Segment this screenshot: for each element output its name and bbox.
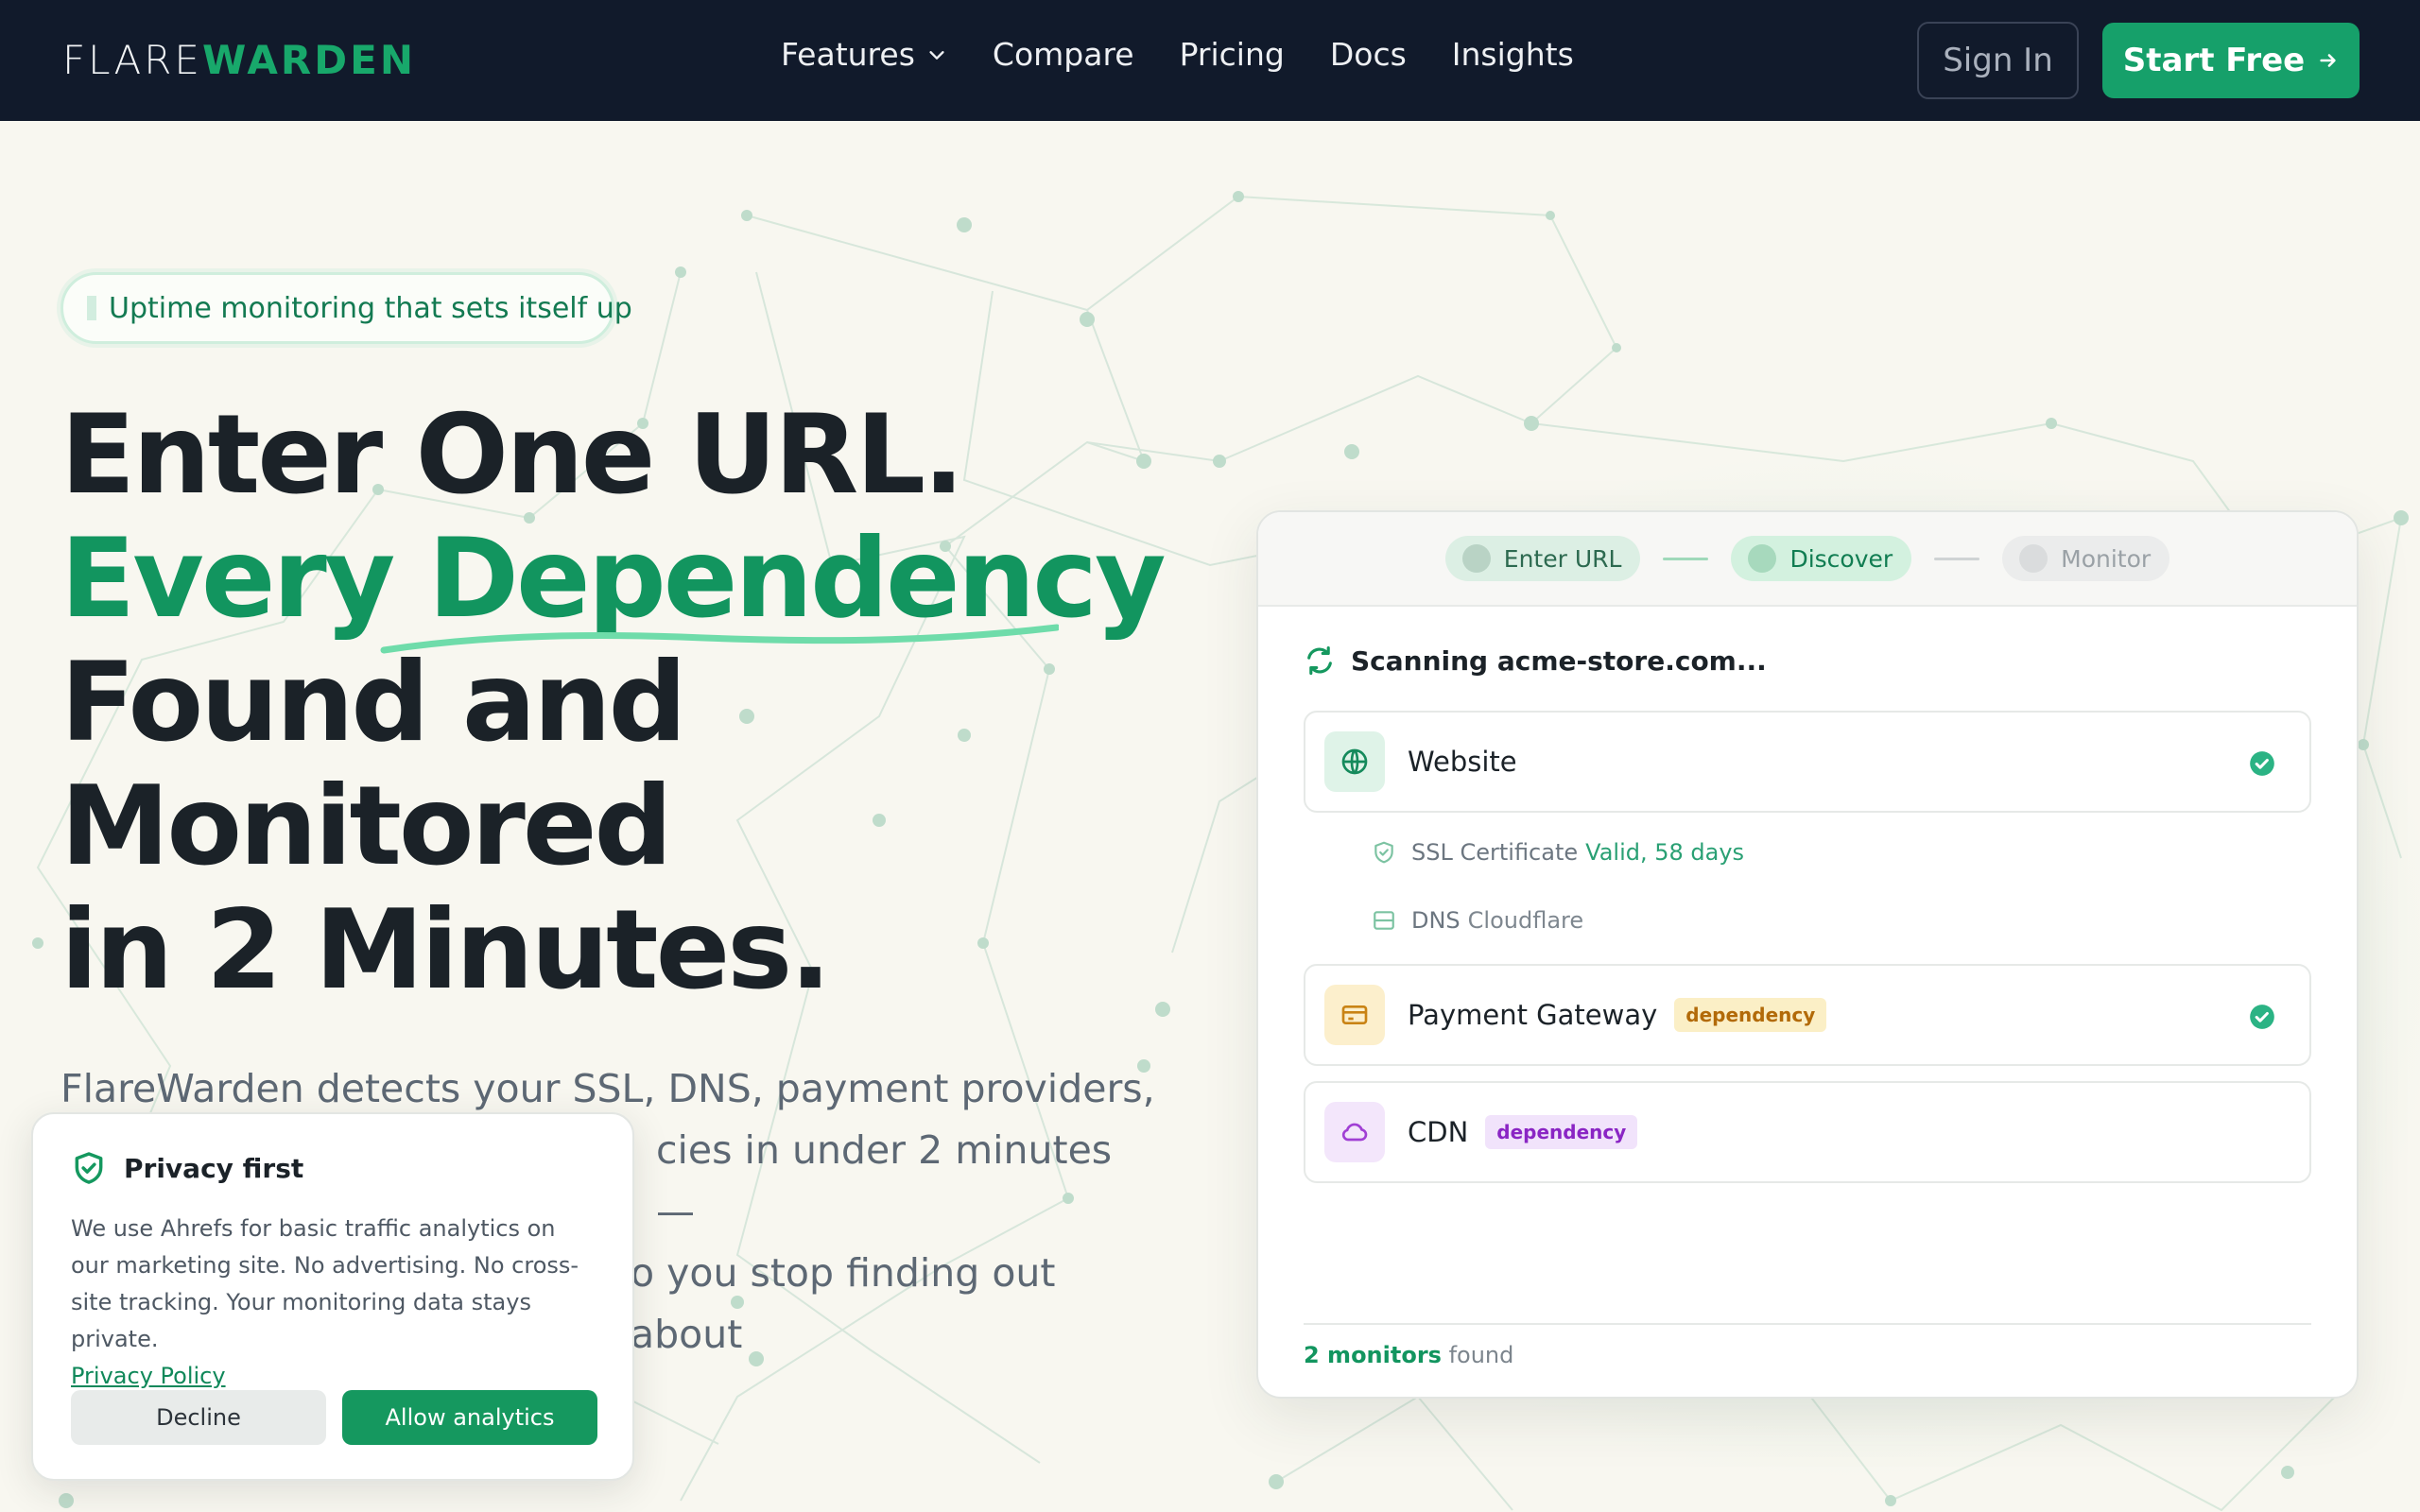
dependency-badge: dependency	[1674, 998, 1827, 1032]
step-enter-url: Enter URL	[1444, 536, 1641, 581]
top-navigation-bar: FLAREWARDEN Features Compare Pricing Doc…	[0, 0, 2420, 121]
headline-line-1: Enter One URL.	[60, 391, 964, 519]
nav-item-features-label: Features	[781, 36, 915, 73]
headline-line-5: in 2 Minutes.	[60, 886, 831, 1014]
monitor-item-cdn[interactable]: CDN dependency	[1304, 1081, 2311, 1183]
sign-in-button[interactable]: Sign In	[1917, 22, 2079, 99]
decline-button[interactable]: Decline	[71, 1390, 326, 1445]
start-free-label: Start Free	[2122, 42, 2306, 79]
ssl-certificate-row: SSL Certificate Valid, 58 days	[1372, 839, 1744, 866]
step-discover: Discover	[1731, 536, 1912, 581]
step-monitor-label: Monitor	[2061, 544, 2152, 573]
refresh-icon	[1307, 645, 1332, 676]
nav-item-features[interactable]: Features	[781, 32, 947, 77]
headline-line-4: Monitored	[60, 763, 673, 890]
headline-underline-decoration	[380, 624, 1059, 654]
privacy-title: Privacy first	[124, 1152, 304, 1184]
step-connector	[1934, 557, 1980, 560]
nav-links: Features Compare Pricing Docs Insights	[781, 32, 1574, 77]
scan-status: Scanning acme-store.com...	[1304, 644, 1767, 677]
check-circle-icon	[2250, 1005, 2274, 1029]
scan-demo-card: Enter URL Discover Monitor Scanning acme…	[1256, 510, 2359, 1399]
dns-label: DNS	[1411, 907, 1461, 934]
step-enter-url-label: Enter URL	[1503, 544, 1622, 573]
privacy-consent-card: Privacy first We use Ahrefs for basic tr…	[31, 1112, 634, 1481]
chevron-down-icon	[929, 51, 944, 60]
server-icon	[1374, 911, 1394, 930]
shield-check-icon	[1374, 841, 1393, 864]
globe-icon	[1324, 731, 1385, 792]
monitors-found-summary: 2 monitors found	[1304, 1342, 1513, 1368]
nav-item-compare[interactable]: Compare	[993, 32, 1134, 77]
brand-logo[interactable]: FLAREWARDEN	[62, 36, 416, 85]
brand-logo-part2: WARDEN	[201, 37, 416, 83]
monitors-count: 2 monitors	[1304, 1342, 1442, 1368]
shield-check-icon	[75, 1152, 103, 1184]
cloud-icon	[1324, 1102, 1385, 1162]
monitor-item-payment-gateway[interactable]: Payment Gateway dependency	[1304, 964, 2311, 1066]
check-circle-icon	[2250, 751, 2274, 776]
dependency-badge: dependency	[1485, 1115, 1638, 1149]
step-monitor: Monitor	[2002, 536, 2170, 581]
nav-item-insights[interactable]: Insights	[1452, 32, 1574, 77]
scan-title: Scanning acme-store.com...	[1351, 644, 1767, 677]
subtitle-line-1: FlareWarden detects your SSL, DNS, payme…	[60, 1066, 1155, 1111]
arrow-right-icon	[2320, 54, 2336, 67]
monitor-item-name: Website	[1408, 746, 1517, 778]
step-dot-icon	[2019, 544, 2048, 573]
credit-card-icon	[1324, 985, 1385, 1045]
progress-steps: Enter URL Discover Monitor	[1258, 512, 2357, 607]
monitor-item-website[interactable]: Website	[1304, 711, 2311, 813]
hero-headline: Enter One URL. Every Dependency Found an…	[60, 391, 1167, 1014]
nav-item-pricing[interactable]: Pricing	[1180, 32, 1285, 77]
hero-badge-text: Uptime monitoring that sets itself up	[109, 291, 632, 325]
step-dot-icon	[1461, 544, 1491, 573]
ssl-label: SSL Certificate	[1411, 839, 1579, 866]
allow-analytics-button[interactable]: Allow analytics	[342, 1390, 597, 1445]
step-discover-label: Discover	[1789, 544, 1893, 573]
step-dot-icon	[1748, 544, 1777, 573]
monitor-item-name: Payment Gateway	[1408, 999, 1658, 1031]
divider	[1304, 1323, 2311, 1325]
brand-logo-part1: FLARE	[62, 37, 202, 83]
privacy-body-text: We use Ahrefs for basic traffic analytic…	[71, 1215, 579, 1352]
dns-row: DNS Cloudflare	[1372, 907, 1583, 934]
nav-item-docs[interactable]: Docs	[1330, 32, 1407, 77]
monitor-item-name: CDN	[1408, 1116, 1469, 1148]
step-connector	[1663, 557, 1709, 560]
start-free-button[interactable]: Start Free	[2102, 23, 2360, 98]
ssl-value: Valid, 58 days	[1585, 839, 1745, 866]
monitors-found-text: found	[1441, 1342, 1514, 1368]
dns-value: Cloudflare	[1467, 907, 1584, 934]
hero-badge: Uptime monitoring that sets itself up	[60, 272, 632, 344]
